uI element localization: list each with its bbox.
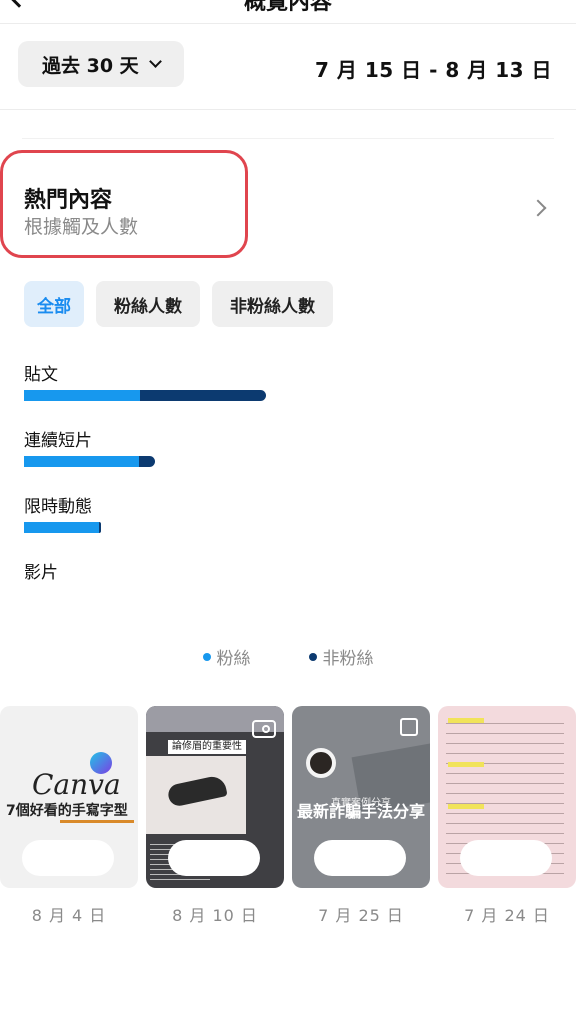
highlight-mark (448, 804, 484, 809)
legend-dot (202, 652, 211, 661)
legend-label: 非粉絲 (322, 649, 374, 669)
content-type-breakdown: 貼文 連續短片 限時動態 影片 (24, 360, 544, 624)
top-content-header[interactable]: 熱門內容 根據觸及人數 (0, 150, 576, 260)
metric-label: 影片 (24, 563, 58, 583)
thumbnail-title: 最新詐騙手法分享 (296, 802, 425, 821)
thumbnail-date: 8 月 4 日 (31, 906, 107, 925)
thumbnail-subtitle: 7個好看的手寫字型 (6, 803, 128, 819)
metric-row-posts: 貼文 (24, 360, 544, 426)
filter-chip-all[interactable]: 全部 (24, 281, 84, 327)
thumbnail-date: 8 月 10 日 (172, 906, 258, 925)
redaction-pill (314, 840, 406, 876)
top-content-thumbnails: Canva 7個好看的手寫字型 8 月 4 日 論修眉的重要性 8 月 10 日… (0, 706, 576, 925)
followers-segment (24, 456, 139, 467)
reach-bar (24, 522, 101, 533)
highlight-mark (448, 718, 484, 723)
section-title: 熱門內容 (24, 188, 113, 213)
thumbnail-item: 7 月 24 日 (438, 706, 576, 926)
thumbnail-tag: 論修眉的重要性 (168, 740, 246, 754)
reach-bar (24, 390, 266, 401)
non-followers-segment (99, 522, 101, 533)
followers-segment (24, 522, 100, 533)
thumbnail-item: 論修眉的重要性 8 月 10 日 (146, 706, 284, 926)
coffee-cup-image (306, 748, 336, 778)
followers-segment (24, 390, 140, 401)
metric-row-videos: 影片 (24, 558, 544, 624)
reach-bar (24, 456, 155, 467)
chevron-right-icon[interactable] (529, 199, 547, 217)
highlight-mark (448, 762, 484, 767)
page-title: 概覽內容 (243, 0, 332, 15)
thumbnail-date: 7 月 24 日 (464, 906, 550, 925)
copy-icon (400, 718, 418, 736)
audience-filter-tabs: 全部 粉絲人數 非粉絲人數 (24, 281, 333, 327)
date-range-button[interactable]: 過去 30 天 (18, 41, 184, 87)
redaction-pill (168, 840, 260, 876)
date-range-text: 7 月 15 日 - 8 月 13 日 (315, 58, 552, 82)
redaction-pill (22, 840, 114, 876)
thumbnail-item: Canva 7個好看的手寫字型 8 月 4 日 (0, 706, 138, 926)
non-followers-segment (140, 390, 266, 401)
non-followers-segment (139, 456, 155, 467)
divider (22, 138, 554, 139)
section-subtitle: 根據觸及人數 (24, 216, 139, 238)
chevron-down-icon (148, 55, 162, 68)
date-range-label: 過去 30 天 (42, 54, 139, 77)
top-nav-bar: 概覽內容 (0, 0, 576, 24)
thumbnail-title: Canva (32, 768, 121, 801)
filter-chip-followers[interactable]: 粉絲人數 (96, 281, 200, 327)
post-thumbnail[interactable]: Canva 7個好看的手寫字型 (0, 706, 138, 888)
carousel-thumbnail[interactable]: 真實案例分享 最新詐騙手法分享 (292, 706, 430, 888)
post-thumbnail[interactable] (438, 706, 576, 888)
metric-label: 貼文 (24, 365, 58, 385)
thumbnail-date: 7 月 25 日 (318, 906, 404, 925)
legend-item-followers: 粉絲 (202, 644, 251, 669)
camera-lens (262, 725, 270, 733)
chart-legend: 粉絲 非粉絲 (0, 644, 576, 669)
thumbnail-item: 真實案例分享 最新詐騙手法分享 7 月 25 日 (292, 706, 430, 926)
metric-row-reels: 連續短片 (24, 426, 544, 492)
decorative-underline (60, 820, 134, 823)
metric-row-stories: 限時動態 (24, 492, 544, 558)
metric-label: 限時動態 (24, 497, 92, 517)
legend-dot (308, 652, 317, 661)
metric-label: 連續短片 (24, 431, 92, 451)
date-range-row: 過去 30 天 7 月 15 日 - 8 月 13 日 (0, 24, 576, 110)
reel-thumbnail[interactable]: 論修眉的重要性 (146, 706, 284, 888)
filter-chip-non-followers[interactable]: 非粉絲人數 (212, 281, 333, 327)
legend-item-non-followers: 非粉絲 (308, 644, 374, 669)
redaction-pill (460, 840, 552, 876)
legend-label: 粉絲 (216, 649, 251, 669)
